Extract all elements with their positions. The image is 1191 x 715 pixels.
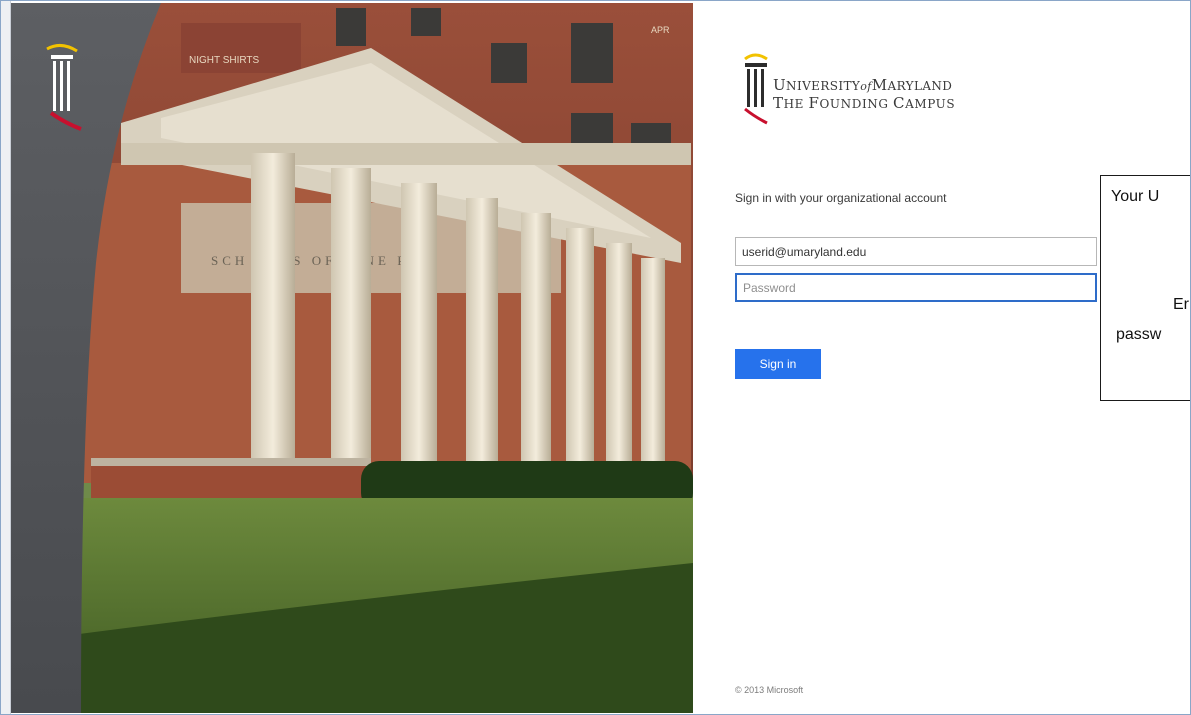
username-field[interactable] [735, 237, 1097, 266]
logo-initial-f: F [808, 94, 820, 112]
callout-line-3: passw [1116, 326, 1162, 343]
building-sign-text: NIGHT SHIRTS [189, 55, 260, 66]
campus-building-illustration: NIGHT SHIRTS APR SCH VERS OF CINE RY [11, 3, 693, 713]
logo-line-campus: THE FOUNDING CAMPUS [773, 95, 955, 113]
umb-column-icon [744, 53, 768, 125]
logo-text-ounding: OUNDING [819, 97, 893, 111]
browser-frame: NIGHT SHIRTS APR SCH VERS OF CINE RY UNI… [0, 0, 1191, 715]
logo-initial-c: C [892, 94, 906, 112]
hero-image: NIGHT SHIRTS APR SCH VERS OF CINE RY [11, 3, 693, 713]
logo-initial-t: T [773, 94, 784, 112]
logo-text-ampus: AMPUS [905, 97, 956, 111]
instruction-callout: Your U Er passw [1100, 175, 1190, 401]
sign-in-button[interactable]: Sign in [735, 349, 821, 379]
logo-text-of: of [860, 80, 872, 93]
callout-line-2: Er [1173, 296, 1189, 313]
building-engraving: SCH VERS OF CINE RY [211, 253, 423, 268]
logo-line-university: UNIVERSITYofMARYLAND [773, 77, 955, 95]
callout-line-1: Your U [1111, 188, 1160, 205]
logo-initial-m: M [871, 76, 888, 94]
password-field[interactable] [735, 273, 1097, 302]
university-name: UNIVERSITYofMARYLAND THE FOUNDING CAMPUS [773, 77, 955, 113]
logo-text-niversity: NIVERSITY [786, 79, 861, 93]
building-sign-corner: APR [651, 25, 670, 35]
logo-initial-u: U [773, 76, 787, 94]
logo-text-aryland: ARYLAND [887, 79, 953, 93]
copyright-text: © 2013 Microsoft [735, 685, 804, 695]
signin-instruction: Sign in with your organizational account [735, 191, 947, 205]
window-left-edge [1, 1, 11, 714]
university-logo: UNIVERSITYofMARYLAND THE FOUNDING CAMPUS [743, 45, 1013, 125]
logo-text-he: HE [783, 97, 809, 111]
